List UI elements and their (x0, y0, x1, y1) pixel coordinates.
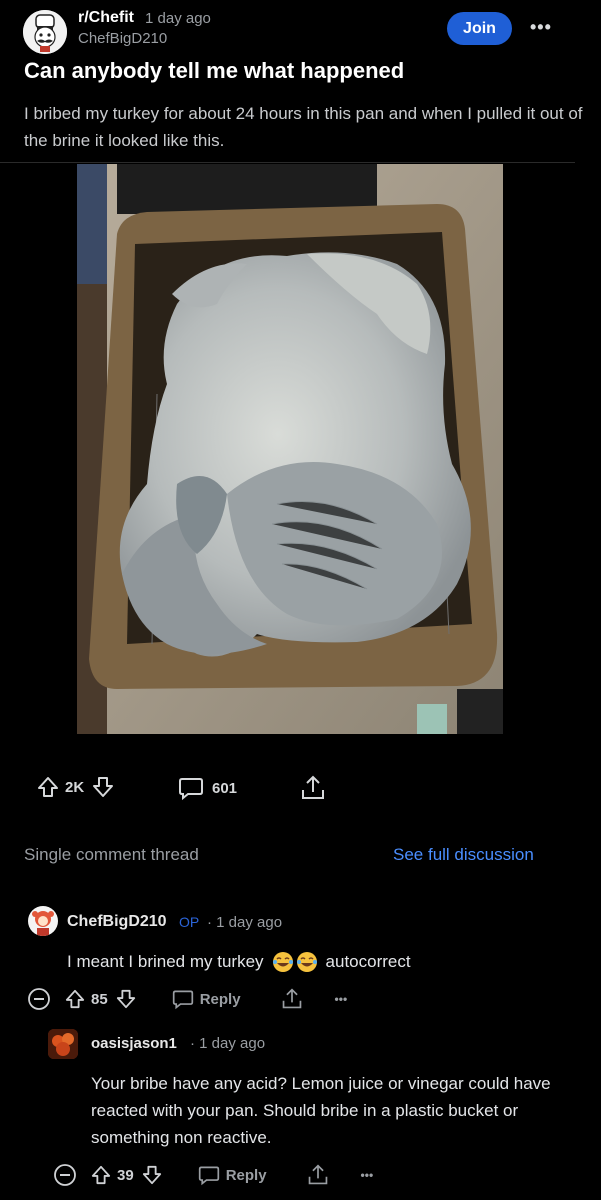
post-vote-bar: 2K (37, 775, 120, 799)
comment-text: Your bribe have any acid? Lemon juice or… (91, 1074, 551, 1147)
comment-author[interactable]: oasisjason1 (91, 1035, 177, 1052)
comment-time: · 1 day ago (190, 1035, 266, 1052)
post-vote-count: 2K (65, 778, 85, 796)
see-full-discussion-link[interactable]: See full discussion (393, 845, 534, 865)
downvote-icon[interactable] (142, 1164, 162, 1186)
op-badge: OP (179, 914, 200, 930)
comment-icon (178, 775, 204, 801)
comment-time: · 1 day ago (207, 914, 283, 931)
collapse-icon[interactable] (53, 1163, 77, 1187)
share-icon[interactable] (300, 774, 326, 802)
comment-more-icon[interactable]: ••• (335, 992, 348, 1006)
comment-text: I meant I brined my turkey autocorrect (67, 951, 411, 973)
collapse-icon[interactable] (27, 987, 51, 1011)
comments-button[interactable]: 601 (178, 775, 237, 801)
laughing-tears-emoji-icon (272, 951, 294, 973)
commenter-avatar[interactable] (48, 1029, 78, 1059)
upvote-icon[interactable] (37, 775, 59, 799)
laughing-tears-emoji-icon (296, 951, 318, 973)
turkey-photo[interactable] (77, 164, 503, 734)
single-thread-label: Single comment thread (24, 845, 199, 864)
share-icon[interactable] (281, 987, 303, 1011)
comment-text-part: I meant I brined my turkey (67, 952, 264, 971)
comment-action-bar: 39 Reply ••• (53, 1163, 373, 1187)
post-time: 1 day ago (145, 10, 211, 27)
post-body: I bribed my turkey for about 24 hours in… (24, 104, 583, 150)
post-author[interactable]: ChefBigD210 (78, 30, 167, 47)
reply-label: Reply (199, 990, 241, 1008)
comment-count: 601 (212, 779, 238, 797)
subreddit-avatar[interactable] (23, 10, 67, 54)
subreddit-name[interactable]: r/Chefit (78, 9, 134, 27)
post-title: Can anybody tell me what happened (24, 58, 405, 83)
comment-vote-count: 39 (117, 1166, 134, 1184)
more-options-icon[interactable]: ••• (530, 17, 554, 41)
reply-button[interactable]: Reply (172, 988, 241, 1010)
downvote-icon[interactable] (116, 988, 136, 1010)
comment-more-icon[interactable]: ••• (361, 1168, 374, 1182)
divider (0, 162, 575, 163)
reply-icon (198, 1164, 220, 1186)
upvote-icon[interactable] (65, 988, 85, 1010)
reply-label: Reply (225, 1166, 267, 1184)
reply-icon (172, 988, 194, 1010)
share-icon[interactable] (307, 1163, 329, 1187)
comment-author[interactable]: ChefBigD210 (67, 913, 167, 931)
comment-action-bar: 85 Reply ••• (27, 987, 347, 1011)
reply-button[interactable]: Reply (198, 1164, 267, 1186)
downvote-icon[interactable] (92, 775, 114, 799)
upvote-icon[interactable] (91, 1164, 111, 1186)
join-button[interactable]: Join (447, 12, 512, 45)
comment-vote-count: 85 (91, 990, 108, 1008)
comment-text-part: autocorrect (325, 952, 411, 971)
commenter-avatar[interactable] (28, 906, 58, 936)
